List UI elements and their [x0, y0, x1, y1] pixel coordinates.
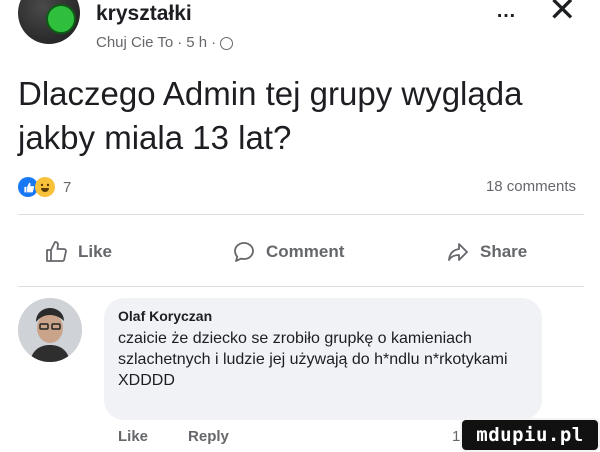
comment-like-button[interactable]: Like — [118, 428, 148, 445]
post-header: kryształki Chuj Cie To · 5 h · … ✕ — [0, 0, 600, 62]
post-actions: Like Comment Share — [0, 240, 600, 272]
divider — [18, 214, 584, 215]
post-meta: Chuj Cie To · 5 h · — [96, 34, 234, 51]
like-label: Like — [78, 242, 113, 261]
reaction-count: 7 — [63, 178, 72, 196]
more-icon[interactable]: … — [496, 0, 517, 23]
post-text: Dlaczego Admin tej grupy wygląda jakby m… — [18, 75, 523, 156]
comment-bubble: Olaf Koryczan czaicie że dziecko se zrob… — [104, 298, 542, 420]
close-icon[interactable]: ✕ — [548, 0, 577, 30]
comment-label: Comment — [266, 242, 345, 261]
comment-reply-button[interactable]: Reply — [188, 428, 229, 445]
share-icon — [448, 243, 468, 261]
divider — [18, 286, 584, 287]
commenter-avatar[interactable] — [18, 298, 82, 362]
comment-button[interactable]: Comment — [232, 240, 344, 264]
group-avatar[interactable] — [18, 0, 80, 44]
comment-author[interactable]: Olaf Koryczan — [118, 308, 528, 324]
author-badge-icon — [46, 4, 76, 34]
comments-count[interactable]: 18 comments — [486, 178, 576, 195]
share-label: Share — [480, 242, 528, 261]
watermark-logo: mdupiu.pl — [460, 418, 600, 452]
meta-separator-2: · — [211, 34, 217, 51]
comment-icon — [234, 242, 254, 262]
post-time[interactable]: 5 h — [186, 34, 207, 51]
group-name[interactable]: kryształki — [96, 2, 192, 26]
post-author[interactable]: Chuj Cie To — [96, 34, 173, 51]
haha-reaction-icon — [35, 177, 55, 197]
share-button[interactable]: Share — [446, 240, 527, 264]
meta-separator: · — [177, 34, 183, 51]
reactions-summary[interactable]: 7 — [18, 176, 71, 198]
comment-actions: Like Reply — [118, 428, 229, 445]
comment-text: czaicie że dziecko se zrobiło grupkę o k… — [118, 330, 508, 389]
like-button[interactable]: Like — [44, 240, 112, 264]
like-icon — [46, 241, 67, 262]
globe-icon — [220, 37, 234, 50]
